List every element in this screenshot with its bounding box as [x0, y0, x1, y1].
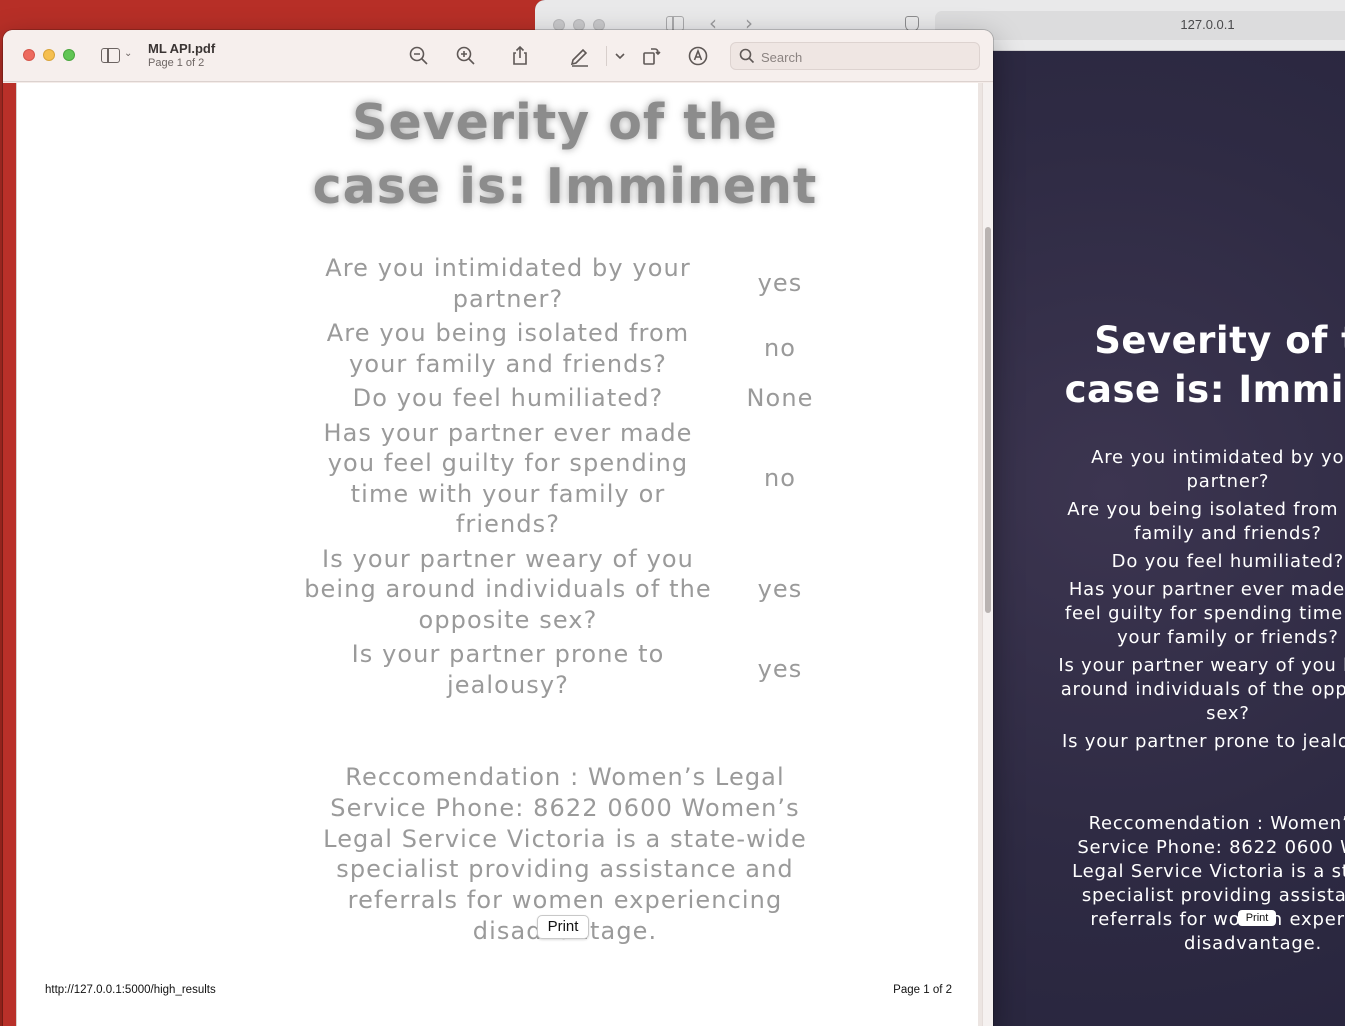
search-icon: [739, 48, 755, 64]
viewer-margin: [3, 83, 16, 1026]
preview-window: ⌄ ML API.pdf Page 1 of 2 Search Severity…: [3, 30, 993, 1026]
browser-print-button[interactable]: Print: [1238, 910, 1276, 926]
table-row: Has your partner ever made you feel guil…: [1053, 576, 1345, 652]
browser-results-panel: Severity of the case is: Imminent Are yo…: [1053, 316, 1345, 956]
answer-cell: no: [763, 464, 797, 493]
question-cell: Is your partner weary of you being aroun…: [304, 544, 712, 634]
search-field[interactable]: [730, 42, 980, 70]
rotate-icon[interactable]: [639, 44, 663, 68]
scrollbar-thumb[interactable]: [985, 227, 991, 613]
browser-question-cell: Are you being isolated from your family …: [1067, 499, 1345, 544]
print-button[interactable]: Print: [537, 915, 589, 939]
answer-cell: yes: [757, 575, 803, 603]
sidebar-icon[interactable]: [666, 16, 684, 31]
browser-question-cell: Do you feel humiliated?: [1111, 551, 1345, 572]
toolbar-divider: [606, 46, 607, 66]
browser-question-cell: Is your partner weary of you being aroun…: [1058, 655, 1345, 724]
browser-severity-heading: Severity of the case is: Imminent: [1064, 319, 1345, 411]
answer-cell: yes: [757, 655, 803, 684]
scrollbar[interactable]: [982, 83, 993, 1026]
markup-pen-icon[interactable]: [568, 44, 592, 68]
answer-cell: yes: [757, 269, 803, 298]
browser-question-cell: Has your partner ever made you feel guil…: [1064, 579, 1345, 648]
table-row: Is your partner prone to jealousy? yes: [300, 637, 830, 702]
zoom-in-icon[interactable]: [454, 44, 478, 68]
chevron-down-icon: ⌄: [124, 48, 133, 59]
table-row: Has your partner ever made you feel guil…: [300, 416, 830, 542]
question-cell: Is your partner prone to jealousy?: [351, 640, 665, 699]
chevron-down-icon[interactable]: [608, 44, 625, 68]
table-row: Is your partner weary of you being aroun…: [1053, 652, 1345, 728]
table-row: Are you intimidated by your partner?yes: [1053, 444, 1345, 496]
sidebar-toggle-button[interactable]: ⌄: [101, 47, 137, 65]
zoom-out-icon[interactable]: [407, 44, 431, 68]
zoom-button[interactable]: [63, 49, 75, 61]
close-button[interactable]: [23, 49, 35, 61]
document-title: ML API.pdf: [148, 41, 216, 56]
question-cell: Are you intimidated by your partner?: [325, 254, 691, 313]
preview-toolbar: ⌄ ML API.pdf Page 1 of 2: [3, 30, 993, 82]
results-panel: Severity of the case is: Imminent Are yo…: [300, 91, 830, 947]
browser-recommendation-text: Reccomendation : Women’s Legal Service P…: [1072, 813, 1345, 954]
minimize-button[interactable]: [43, 49, 55, 61]
browser-answers-table: Are you intimidated by your partner?yesA…: [1053, 444, 1345, 756]
markup-circle-icon[interactable]: [686, 44, 710, 68]
address-text: 127.0.0.1: [1180, 17, 1235, 32]
question-cell: Are you being isolated from your family …: [326, 319, 690, 378]
pdf-page: Severity of the case is: Imminent Are yo…: [16, 83, 978, 1026]
table-row: Is your partner prone to jealousy?yes: [1053, 728, 1345, 756]
footer-page-number: Page 1 of 2: [893, 984, 952, 996]
table-row: Is your partner weary of you being aroun…: [300, 542, 830, 638]
question-cell: Has your partner ever made you feel guil…: [323, 418, 693, 539]
answers-table: Are you intimidated by your partner? yes A…: [300, 251, 830, 702]
address-bar[interactable]: 127.0.0.1: [935, 11, 1345, 40]
table-row: Are you intimidated by your partner? yes: [300, 251, 830, 316]
question-cell: Do you feel humiliated?: [352, 384, 664, 412]
sidebar-icon: [101, 48, 120, 63]
search-input[interactable]: [761, 47, 971, 67]
table-row: Are you being isolated from your family …: [300, 316, 830, 381]
share-icon[interactable]: [508, 44, 532, 68]
browser-question-cell: Are you intimidated by your partner?: [1091, 447, 1345, 492]
page-indicator: Page 1 of 2: [148, 57, 205, 69]
table-row: Do you feel humiliated? None: [300, 381, 830, 416]
answer-cell: None: [746, 384, 814, 412]
severity-heading: Severity of the case is: Imminent: [312, 94, 818, 215]
answer-cell: no: [763, 334, 797, 363]
table-row: Do you feel humiliated?None: [1053, 548, 1345, 576]
browser-question-cell: Is your partner prone to jealousy?: [1061, 731, 1345, 752]
document-viewer: Severity of the case is: Imminent Are yo…: [3, 83, 993, 1026]
footer-url: http://127.0.0.1:5000/high_results: [45, 984, 216, 996]
table-row: Are you being isolated from your family …: [1053, 496, 1345, 548]
